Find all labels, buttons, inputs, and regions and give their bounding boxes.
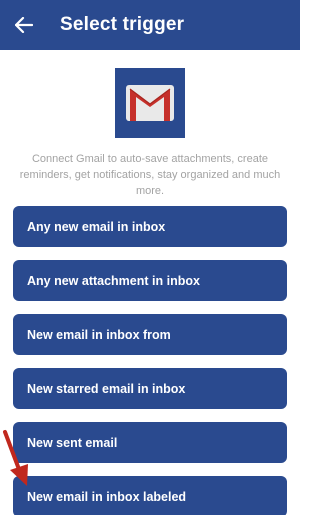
trigger-any-new-attachment[interactable]: Any new attachment in inbox — [13, 260, 287, 301]
trigger-label: New sent email — [27, 435, 118, 450]
trigger-label: New starred email in inbox — [27, 381, 186, 396]
trigger-new-sent-email[interactable]: New sent email — [13, 422, 287, 463]
trigger-label: Any new attachment in inbox — [27, 273, 200, 288]
trigger-new-starred-email[interactable]: New starred email in inbox — [13, 368, 287, 409]
page-title: Select trigger — [60, 14, 185, 35]
trigger-new-email-labeled[interactable]: New email in inbox labeled — [13, 476, 287, 515]
gmail-envelope-icon — [126, 85, 174, 121]
trigger-new-email-from[interactable]: New email in inbox from — [13, 314, 287, 355]
top-app-bar: Select trigger — [0, 0, 300, 50]
trigger-label: New email in inbox from — [27, 327, 171, 342]
gmail-logo — [115, 68, 185, 138]
trigger-label: New email in inbox labeled — [27, 489, 187, 504]
trigger-any-new-email[interactable]: Any new email in inbox — [13, 206, 287, 247]
back-button[interactable] — [12, 13, 36, 37]
trigger-label: Any new email in inbox — [27, 219, 166, 234]
back-arrow-icon — [15, 17, 33, 33]
service-description: Connect Gmail to auto-save attachments, … — [19, 153, 281, 197]
